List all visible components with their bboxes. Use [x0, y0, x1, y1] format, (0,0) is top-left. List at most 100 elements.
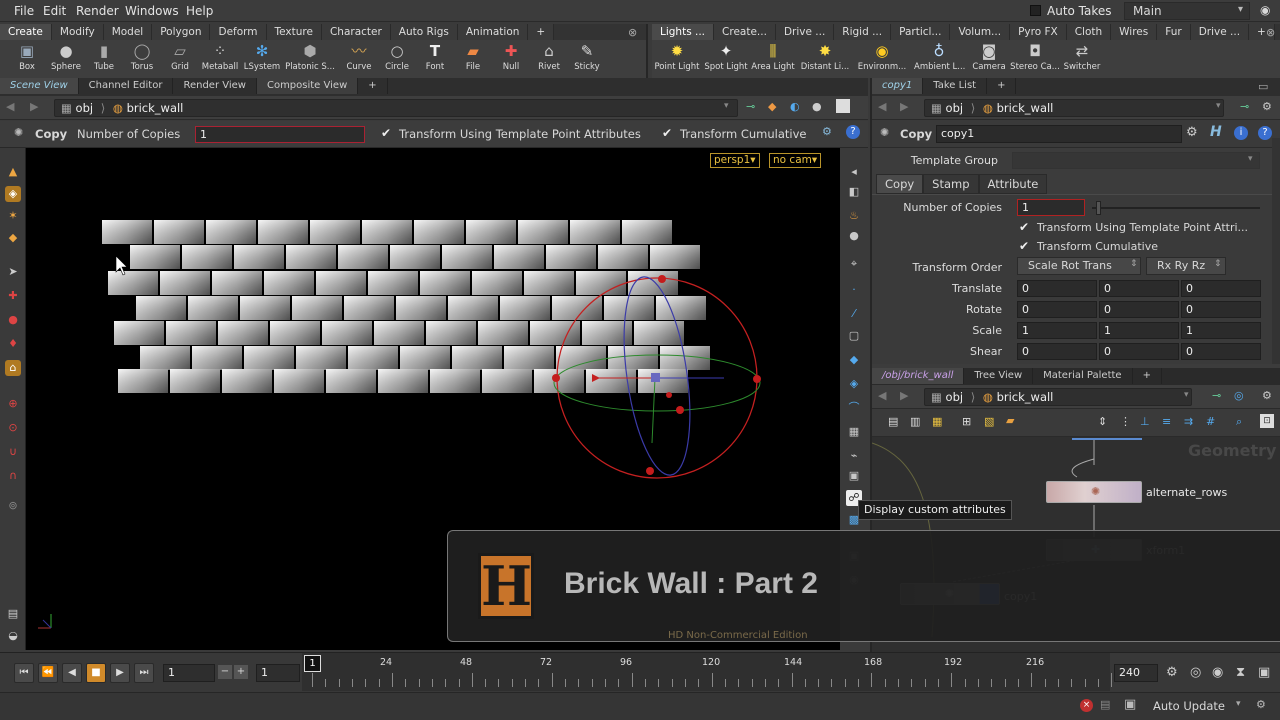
transform-template-checkbox[interactable]: ✔: [381, 126, 391, 140]
tool-spot-light[interactable]: ✦ Spot Light: [701, 42, 751, 72]
shelf-tab-model[interactable]: Model: [103, 24, 153, 40]
prim-display-icon[interactable]: ▢: [846, 328, 862, 344]
path-root[interactable]: obj: [76, 101, 94, 115]
jump-start-button[interactable]: ⏮: [14, 663, 34, 683]
network-settings-icon[interactable]: ⚙: [1262, 389, 1272, 402]
audio-icon[interactable]: ◉: [1212, 665, 1223, 680]
take-selector[interactable]: Main: [1124, 2, 1250, 20]
sphere-display-icon[interactable]: ●: [846, 228, 862, 244]
menu-help[interactable]: Help: [186, 4, 213, 18]
texture-display-icon[interactable]: ⌒: [846, 400, 862, 416]
cache-icon[interactable]: ▤: [1100, 698, 1110, 711]
update-mode-dropdown-icon[interactable]: ▾: [1236, 699, 1241, 709]
tab-composite-view[interactable]: Composite View: [256, 78, 359, 94]
node-gear-icon[interactable]: ⚙: [1186, 125, 1198, 140]
flow-icon[interactable]: ⇉: [1184, 415, 1193, 428]
scope-icon[interactable]: ⧗: [1236, 665, 1245, 680]
network-add-tab-button[interactable]: +: [1133, 368, 1162, 384]
tool-ambient-light[interactable]: ♁ Ambient L...: [914, 42, 965, 72]
shelf-tab-pyro[interactable]: Pyro FX: [1010, 24, 1067, 40]
auto-takes-checkbox[interactable]: [1030, 5, 1041, 16]
tool-stereo-camera[interactable]: ◘ Stereo Ca...: [1010, 42, 1060, 72]
grid-snap-icon[interactable]: #: [1206, 415, 1215, 428]
zoom-icon[interactable]: ⌕: [1236, 415, 1242, 429]
path-node[interactable]: brick_wall: [127, 101, 184, 115]
network-path-root[interactable]: obj: [946, 390, 964, 404]
left-path-field[interactable]: ▦ obj ⟩ ◍ brick_wall: [54, 99, 738, 117]
light-display-icon[interactable]: ♨: [846, 208, 862, 224]
right-path-field[interactable]: ▦ obj ⟩ ◍ brick_wall: [924, 99, 1224, 117]
camera-display-icon[interactable]: ▣: [846, 468, 862, 484]
node-alternate-rows[interactable]: ✺: [1046, 481, 1142, 503]
menu-file[interactable]: File: [14, 4, 34, 18]
network-forward-arrow-icon[interactable]: ▶: [900, 389, 908, 402]
tab-scene-view[interactable]: Scene View: [0, 78, 79, 94]
tool-platonic[interactable]: ⬢ Platonic S...: [285, 42, 335, 72]
camera-lock-icon[interactable]: ◆: [768, 100, 776, 113]
normal-display-icon[interactable]: ⁄: [846, 306, 862, 322]
shelf-tab-polygon[interactable]: Polygon: [152, 24, 211, 40]
pose-tool-icon[interactable]: ●: [5, 312, 21, 328]
status-settings-icon[interactable]: ⚙: [1256, 698, 1266, 711]
network-maximize-icon[interactable]: ⊡: [1260, 414, 1274, 428]
move-tool-icon[interactable]: ◈: [5, 186, 21, 202]
rotate-z-field[interactable]: 0: [1181, 301, 1261, 318]
houdini-help-icon[interactable]: H: [1210, 124, 1222, 140]
help-icon[interactable]: ?: [846, 125, 860, 139]
play-reverse-button[interactable]: ◀: [62, 663, 82, 683]
play-forward-button[interactable]: ▶: [110, 663, 130, 683]
grid-display-icon[interactable]: ▦: [846, 424, 862, 440]
display-options-icon[interactable]: ▤: [5, 606, 21, 622]
node-info-icon[interactable]: i: [1234, 126, 1248, 140]
view-icon[interactable]: ◐: [790, 100, 800, 113]
light-icon[interactable]: ●: [812, 100, 822, 113]
scale-y-field[interactable]: 1: [1099, 322, 1179, 339]
rotate-y-field[interactable]: 0: [1099, 301, 1179, 318]
tool-distant-light[interactable]: ✸ Distant Li...: [800, 42, 850, 72]
shelf-tab-modify[interactable]: Modify: [51, 24, 104, 40]
snap-magnet-icon[interactable]: ∪: [5, 444, 21, 460]
menu-render[interactable]: Render: [76, 4, 119, 18]
tab-render-view[interactable]: Render View: [173, 78, 257, 94]
shelf-tab-texture[interactable]: Texture: [266, 24, 322, 40]
right-back-arrow-icon[interactable]: ◀: [878, 100, 886, 113]
align-vertical-icon[interactable]: ⇕: [1098, 415, 1107, 428]
brush-tool-icon[interactable]: ♦: [5, 336, 21, 352]
shelf-tab-animation[interactable]: Animation: [457, 24, 529, 40]
network-link-icon[interactable]: ◎: [1234, 389, 1244, 402]
template-group-field[interactable]: [1012, 152, 1260, 169]
cook-icon[interactable]: ▣: [1124, 697, 1136, 712]
maximize-icon[interactable]: [836, 99, 850, 113]
brick-wall-geometry[interactable]: [102, 220, 710, 393]
right-path-dropdown-icon[interactable]: ▾: [1216, 101, 1221, 111]
num-copies-slider-track[interactable]: [1092, 207, 1260, 209]
translate-y-field[interactable]: 0: [1099, 280, 1179, 297]
scale-tool-icon[interactable]: ◆: [5, 230, 21, 246]
tool-sticky[interactable]: ✎ Sticky: [562, 42, 612, 72]
playbar-options-icon[interactable]: ▣: [1258, 665, 1270, 680]
pin-icon[interactable]: ◉: [1260, 3, 1270, 17]
scale-x-field[interactable]: 1: [1017, 322, 1097, 339]
left-add-tab-button[interactable]: +: [358, 78, 388, 94]
grid-mode-icon[interactable]: ▦: [932, 415, 942, 428]
num-copies-field[interactable]: 1: [195, 126, 365, 143]
param-template-attribs-checkbox[interactable]: ✔: [1019, 220, 1029, 234]
shading-icon[interactable]: ◧: [846, 184, 862, 200]
network-pin-icon[interactable]: ⊸: [1212, 389, 1221, 402]
back-arrow-icon[interactable]: ◀: [6, 100, 14, 113]
point-display-icon[interactable]: ·: [846, 282, 862, 298]
param-scrollbar[interactable]: [1272, 138, 1280, 364]
tile-mode-icon[interactable]: ▥: [910, 415, 920, 428]
right-path-node[interactable]: brick_wall: [997, 101, 1054, 115]
snap-point-icon[interactable]: ⊙: [5, 420, 21, 436]
rotate-x-field[interactable]: 0: [1017, 301, 1097, 318]
shear-z-field[interactable]: 0: [1181, 343, 1261, 360]
num-copies-slider-handle[interactable]: [1096, 201, 1101, 215]
vertex-display-icon[interactable]: ◆: [846, 352, 862, 368]
shear-x-field[interactable]: 0: [1017, 343, 1097, 360]
param-cumulative-checkbox[interactable]: ✔: [1019, 239, 1029, 253]
subtab-stamp[interactable]: Stamp: [923, 174, 979, 194]
forward-arrow-icon[interactable]: ▶: [30, 100, 38, 113]
transform-order-select[interactable]: Scale Rot Trans: [1017, 257, 1141, 275]
shelf-tab-character[interactable]: Character: [321, 24, 391, 40]
